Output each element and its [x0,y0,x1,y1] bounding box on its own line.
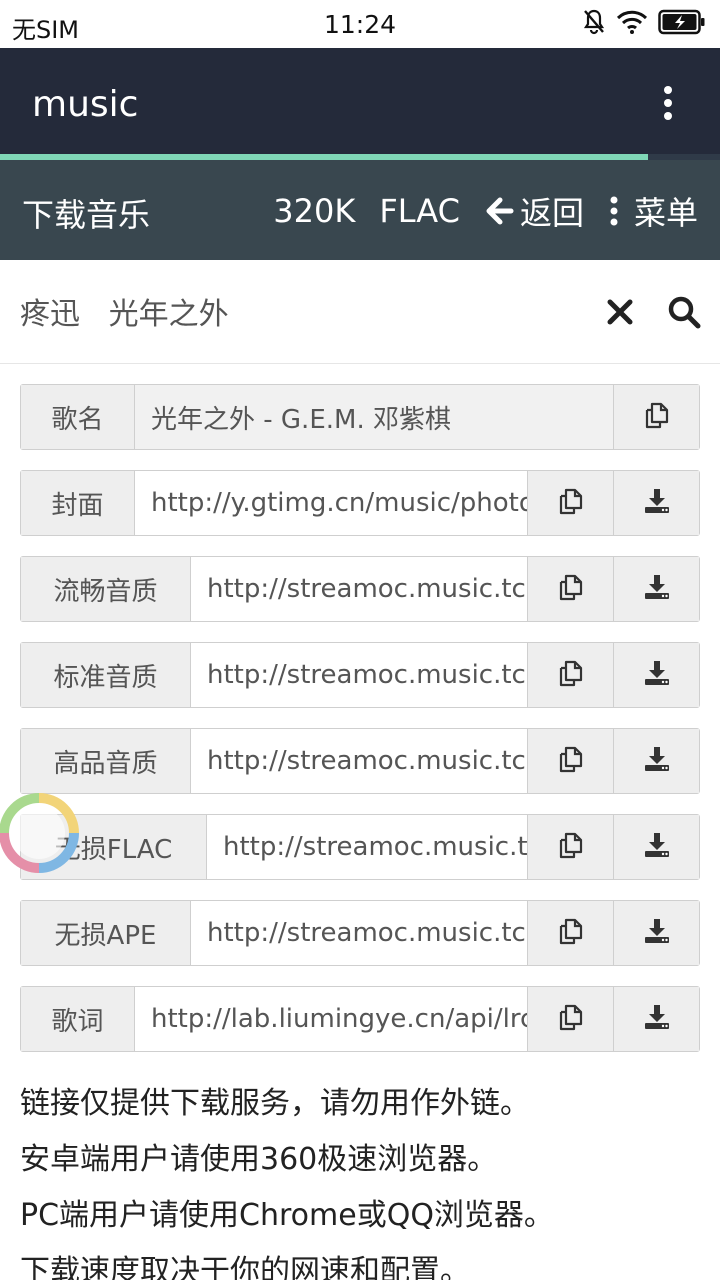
copy-icon [556,572,586,606]
arrow-left-icon [486,197,514,225]
row-label: 封面 [21,471,135,535]
bell-off-icon [582,9,606,39]
standard-quality-row: 标准音质 http://streamoc.music.tc.qq.com/M80… [20,642,700,708]
floating-loading-spinner-icon[interactable] [0,790,82,876]
smooth-quality-url-field[interactable]: http://streamoc.music.tc.qq.com/M500 [191,557,527,621]
copy-button[interactable] [527,987,613,1051]
search-icon[interactable] [666,294,702,330]
menu-button-label: 菜单 [633,194,698,232]
copy-icon [556,486,586,520]
download-icon [643,659,671,691]
cover-row: 封面 http://y.gtimg.cn/music/photo_new/T00… [20,470,700,536]
toolbar: 下载音乐 320K FLAC 返回 菜单 [0,160,720,260]
download-button[interactable] [613,557,699,621]
battery-charging-icon [658,9,706,39]
lossless-ape-row: 无损APE http://streamoc.music.tc.qq.com/A0… [20,900,700,966]
back-button-label: 返回 [519,194,584,232]
song-name-value: 光年之外 - G.E.M. 邓紫棋 [135,385,613,449]
copy-button[interactable] [527,643,613,707]
download-button[interactable] [613,987,699,1051]
copy-icon [556,916,586,950]
notice-line: 链接仅提供下载服务，请勿用作外链。 [20,1086,530,1121]
more-vertical-icon [610,196,618,226]
status-bar: 无SIM 11:24 [0,0,720,48]
wifi-icon [616,10,648,38]
menu-button[interactable]: 菜单 [608,188,698,234]
download-button[interactable] [613,729,699,793]
copy-button[interactable] [527,815,613,879]
copy-icon [556,744,586,778]
lyrics-url-field[interactable]: http://lab.liumingye.cn/api/lrc [135,987,527,1051]
download-button[interactable] [613,471,699,535]
copy-icon [556,1002,586,1036]
lossless-ape-url-field[interactable]: http://streamoc.music.tc.qq.com/A000 [191,901,527,965]
toolbar-actions: 320K FLAC 返回 菜单 [273,188,698,234]
download-icon [643,1003,671,1035]
back-button[interactable]: 返回 [484,188,584,234]
lyrics-row: 歌词 http://lab.liumingye.cn/api/lrc [20,986,700,1052]
high-quality-url-field[interactable]: http://streamoc.music.tc.qq.com/M800 [191,729,527,793]
download-button[interactable] [613,815,699,879]
quality-320k-button[interactable]: 320K [273,192,355,230]
copy-button[interactable] [613,385,699,449]
copy-icon [556,830,586,864]
download-icon [643,745,671,777]
quality-flac-button[interactable]: FLAC [379,192,460,230]
copy-button[interactable] [527,557,613,621]
download-icon [643,487,671,519]
row-label: 标准音质 [21,643,191,707]
row-label: 流畅音质 [21,557,191,621]
copy-icon [556,658,586,692]
row-label: 高品音质 [21,729,191,793]
more-vertical-icon[interactable] [656,86,680,126]
high-quality-row: 高品音质 http://streamoc.music.tc.qq.com/M80… [20,728,700,794]
notice-line: PC端用户请使用Chrome或QQ浏览器。 [20,1198,554,1233]
download-icon [643,917,671,949]
copy-button[interactable] [527,471,613,535]
download-button[interactable] [613,643,699,707]
download-icon [643,573,671,605]
download-button[interactable] [613,901,699,965]
download-icon [643,831,671,863]
lossless-flac-url-field[interactable]: http://streamoc.music.tc.qq.com/F000 [207,815,527,879]
toolbar-heading: 下载音乐 [22,196,151,234]
row-label: 歌词 [21,987,135,1051]
notice-line: 下载速度取决于你的网速和配置。 [20,1254,470,1280]
song-name-row: 歌名 光年之外 - G.E.M. 邓紫棋 [20,384,700,450]
search-bar [0,260,720,364]
copy-button[interactable] [527,729,613,793]
cover-url-field[interactable]: http://y.gtimg.cn/music/photo_new/T002R3… [135,471,527,535]
notice-line: 安卓端用户请使用360极速浏览器。 [20,1142,498,1177]
copy-icon [642,400,672,434]
app-title: music [32,84,139,125]
row-label: 无损APE [21,901,191,965]
lossless-flac-row: 无损FLAC http://streamoc.music.tc.qq.com/F… [20,814,700,880]
close-icon[interactable] [606,294,634,330]
smooth-quality-row: 流畅音质 http://streamoc.music.tc.qq.com/M50… [20,556,700,622]
app-bar: music [0,48,720,154]
search-input[interactable] [20,284,580,338]
standard-quality-url-field[interactable]: http://streamoc.music.tc.qq.com/M800 [191,643,527,707]
copy-button[interactable] [527,901,613,965]
notice-text: 链接仅提供下载服务，请勿用作外链。 安卓端用户请使用360极速浏览器。 PC端用… [20,1076,710,1280]
row-label: 歌名 [21,385,135,449]
status-icons [582,8,706,40]
